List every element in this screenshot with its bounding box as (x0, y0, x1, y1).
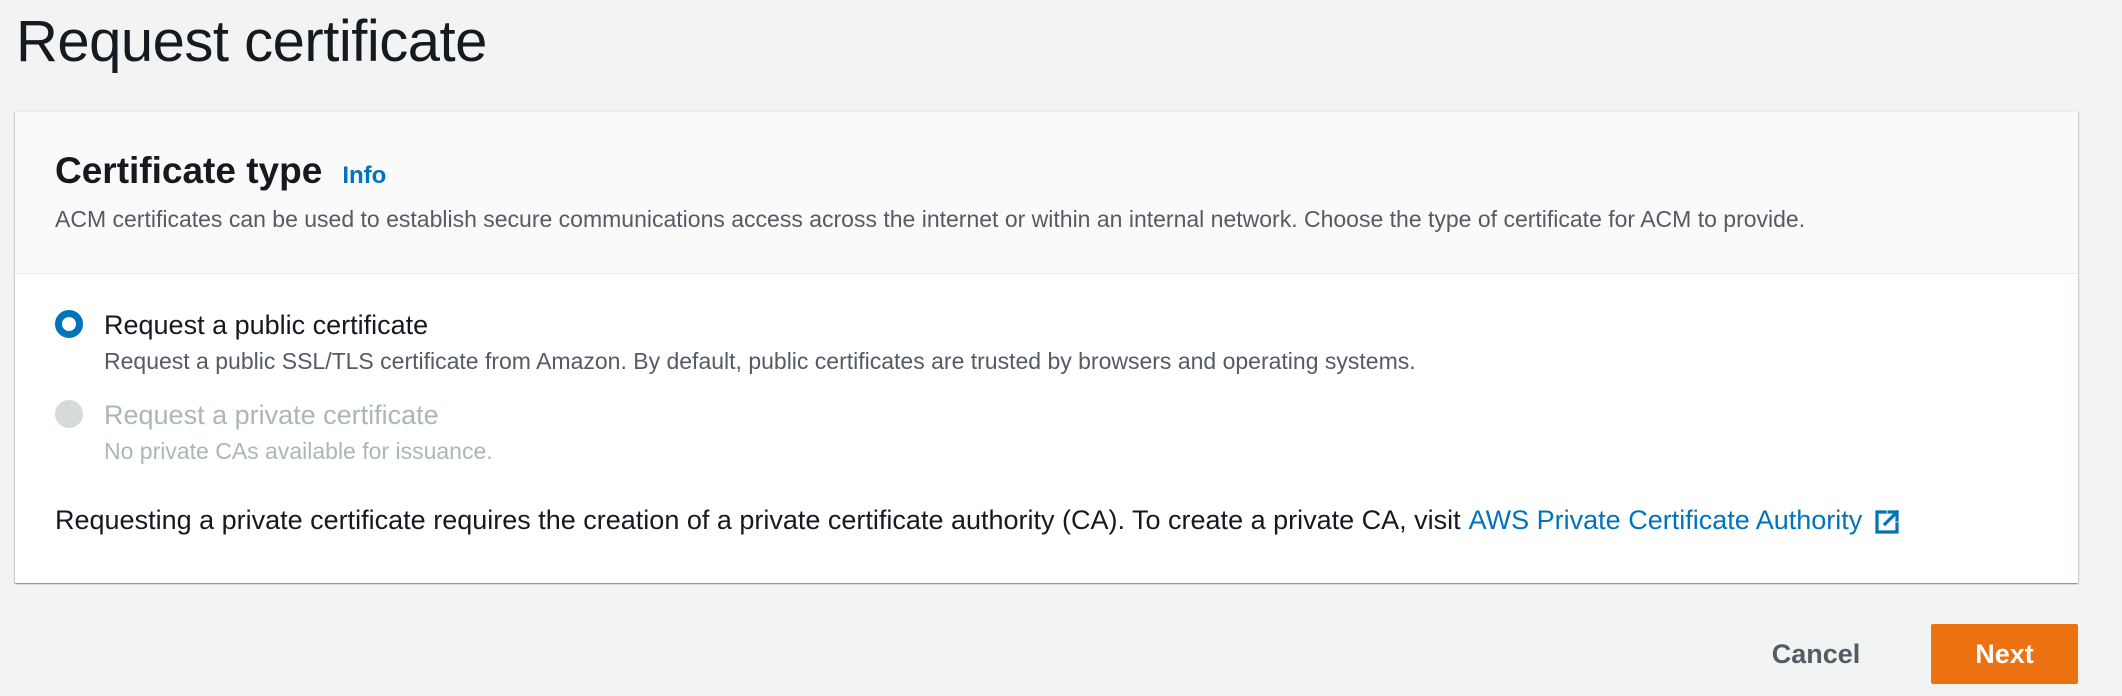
private-ca-note-text: Requesting a private certificate require… (55, 505, 1461, 536)
private-certificate-radio (55, 400, 83, 428)
certificate-type-panel: Certificate type Info ACM certificates c… (15, 111, 2078, 583)
external-link-icon[interactable] (1872, 507, 1902, 537)
page-title: Request certificate (16, 9, 487, 74)
option-public-certificate[interactable]: Request a public certificate Request a p… (55, 308, 1416, 375)
option-label: Request a private certificate (104, 400, 439, 430)
panel-header: Certificate type Info ACM certificates c… (15, 112, 2078, 274)
private-ca-link[interactable]: AWS Private Certificate Authority (1469, 505, 1903, 537)
certificate-type-heading: Certificate type (55, 150, 323, 191)
public-certificate-radio[interactable] (55, 310, 83, 338)
certificate-type-description: ACM certificates can be used to establis… (55, 206, 1806, 232)
next-button[interactable]: Next (1931, 624, 2078, 684)
option-text: Request a private certificate No private… (104, 398, 493, 465)
info-link[interactable]: Info (342, 162, 386, 190)
private-ca-note: Requesting a private certificate require… (55, 505, 1902, 537)
option-description: Request a public SSL/TLS certificate fro… (104, 348, 1416, 374)
option-label[interactable]: Request a public certificate (104, 308, 1416, 342)
private-ca-link-label[interactable]: AWS Private Certificate Authority (1469, 505, 1863, 535)
option-text: Request a public certificate Request a p… (104, 308, 1416, 375)
option-private-certificate: Request a private certificate No private… (55, 398, 493, 465)
panel-heading: Certificate type Info (55, 150, 386, 192)
option-description: No private CAs available for issuance. (104, 438, 493, 464)
cancel-button[interactable]: Cancel (1752, 624, 1880, 684)
